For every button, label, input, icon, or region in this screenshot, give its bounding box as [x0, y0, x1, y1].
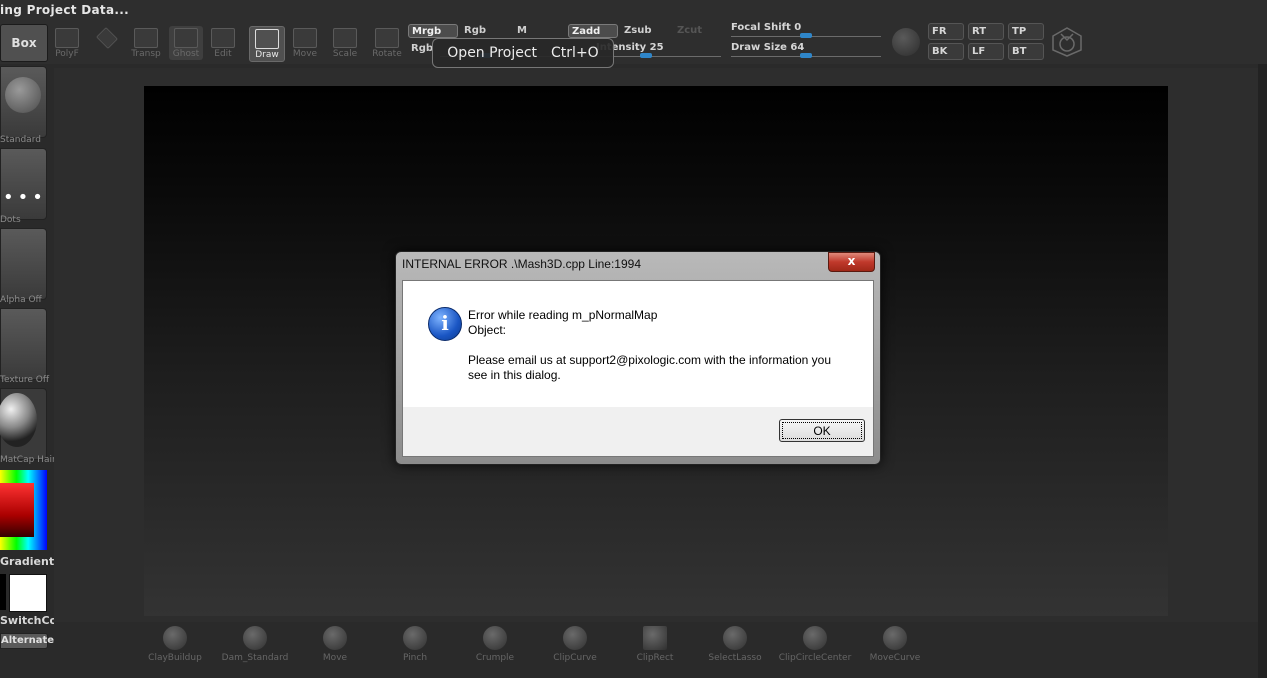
slider-knob[interactable] — [800, 33, 812, 38]
brush-icon — [483, 626, 507, 650]
dots-icon: ••• — [3, 187, 47, 208]
zsub-toggle[interactable]: Zsub — [621, 24, 671, 38]
view-top-button[interactable]: TP — [1008, 23, 1044, 40]
view-left-button[interactable]: LF — [968, 43, 1004, 60]
rotate-button[interactable]: Rotate — [370, 26, 404, 60]
brush-selectlasso[interactable]: SelectLasso — [697, 626, 773, 663]
brush-icon — [163, 626, 187, 650]
mrgb-toggle[interactable]: Mrgb — [408, 24, 458, 38]
zcut-toggle[interactable]: Zcut — [674, 24, 724, 38]
scale-icon — [333, 28, 357, 48]
internal-error-dialog: INTERNAL ERROR .\Mash3D.cpp Line:1994 x … — [395, 251, 881, 465]
brush-claybuildup[interactable]: ClayBuildup — [137, 626, 213, 663]
ghost-icon — [174, 28, 198, 48]
brush-icon — [803, 626, 827, 650]
brush-icon — [883, 626, 907, 650]
draw-size-slider[interactable]: Draw Size 64 — [731, 42, 881, 58]
cube-icon — [96, 27, 118, 49]
primary-color-swatch[interactable] — [9, 574, 47, 612]
ok-button[interactable]: OK — [779, 419, 865, 442]
secondary-color-swatch[interactable] — [0, 574, 6, 610]
rotate-icon — [375, 28, 399, 48]
material-thumbnail[interactable] — [0, 388, 47, 460]
m-toggle[interactable]: M — [514, 24, 564, 38]
edit-icon — [211, 28, 235, 48]
alpha-thumbnail[interactable] — [0, 228, 47, 300]
brush-move[interactable]: Move — [297, 626, 373, 663]
perspective-button[interactable] — [90, 26, 124, 60]
transp-button[interactable]: Transp — [129, 26, 163, 60]
draw-size-label: Draw Size 64 — [731, 42, 805, 53]
error-message-line2: Object: — [468, 323, 507, 337]
brush-movecurve[interactable]: MoveCurve — [857, 626, 933, 663]
brush-icon — [243, 626, 267, 650]
brush-icon — [563, 626, 587, 650]
z-intensity-slider[interactable]: Intensity 25 — [596, 42, 721, 58]
transparency-icon — [134, 28, 158, 48]
gyro-icon[interactable] — [1051, 26, 1083, 58]
draw-button[interactable]: Draw — [249, 26, 285, 62]
box-button[interactable]: Box — [0, 24, 48, 62]
brush-thumbnail[interactable] — [0, 66, 47, 138]
view-back-button[interactable]: BK — [928, 43, 964, 60]
dialog-close-button[interactable]: x — [828, 252, 875, 272]
ghost-button[interactable]: Ghost — [169, 26, 203, 60]
error-message-line4: see in this dialog. — [468, 368, 561, 382]
brush-dam-standard[interactable]: Dam_Standard — [217, 626, 293, 663]
polyf-button[interactable]: PolyF — [50, 26, 84, 60]
stroke-thumbnail[interactable]: ••• — [0, 148, 47, 220]
alternate-button[interactable]: Alternate — [0, 633, 54, 649]
brush-icon — [403, 626, 427, 650]
brush-crumple[interactable]: Crumple — [457, 626, 533, 663]
focal-shift-slider[interactable]: Focal Shift 0 — [731, 22, 881, 38]
zadd-toggle[interactable]: Zadd — [568, 24, 618, 38]
right-tray-edge[interactable] — [1258, 64, 1267, 678]
info-icon: i — [428, 307, 462, 341]
dialog-body: i Error while reading m_pNormalMap Objec… — [402, 280, 874, 408]
crosshair-icon — [255, 29, 279, 49]
tooltip-label: Open Project — [447, 45, 538, 61]
texture-thumbnail[interactable] — [0, 308, 47, 380]
gradient-label: Gradient — [0, 555, 55, 568]
app-title: ing Project Data... — [0, 3, 129, 17]
view-front-button[interactable]: FR — [928, 23, 964, 40]
view-bottom-button[interactable]: BT — [1008, 43, 1044, 60]
grid-icon — [55, 28, 79, 48]
app-title-bar: ing Project Data... — [0, 0, 1267, 22]
brush-clipcurve[interactable]: ClipCurve — [537, 626, 613, 663]
slider-track — [596, 56, 721, 57]
brush-cliprect[interactable]: ClipRect — [617, 626, 693, 663]
scale-button[interactable]: Scale — [328, 26, 362, 60]
open-project-tooltip: Open Project Ctrl+O — [432, 38, 614, 68]
brush-pinch[interactable]: Pinch — [377, 626, 453, 663]
material-label: MatCap Hair — [0, 455, 56, 465]
brush-sphere-icon — [5, 77, 41, 113]
material-sphere-icon[interactable] — [892, 28, 920, 56]
brush-icon — [643, 626, 667, 650]
stroke-label: Dots — [0, 215, 21, 225]
view-right-button[interactable]: RT — [968, 23, 1004, 40]
edit-button[interactable]: Edit — [206, 26, 240, 60]
dialog-footer: OK — [402, 407, 874, 457]
texture-label: Texture Off — [0, 375, 50, 385]
slider-knob[interactable] — [800, 53, 812, 58]
matcap-sphere-icon — [0, 393, 37, 447]
alpha-label: Alpha Off — [0, 295, 42, 305]
brush-clipcirclecenter[interactable]: ClipCircleCenter — [777, 626, 853, 663]
move-button[interactable]: Move — [288, 26, 322, 60]
brush-icon — [723, 626, 747, 650]
error-message-line1: Error while reading m_pNormalMap — [468, 308, 658, 322]
brush-icon — [323, 626, 347, 650]
rgb-toggle[interactable]: Rgb — [461, 24, 511, 38]
color-picker[interactable] — [0, 470, 47, 550]
slider-knob[interactable] — [640, 53, 652, 58]
dialog-title: INTERNAL ERROR .\Mash3D.cpp Line:1994 — [402, 257, 641, 271]
focal-shift-label: Focal Shift 0 — [731, 22, 802, 33]
tooltip-shortcut: Ctrl+O — [551, 45, 599, 61]
move-icon — [293, 28, 317, 48]
brush-label: Standard — [0, 135, 41, 145]
color-square[interactable] — [0, 483, 34, 537]
error-message-line3: Please email us at support2@pixologic.co… — [468, 353, 832, 367]
